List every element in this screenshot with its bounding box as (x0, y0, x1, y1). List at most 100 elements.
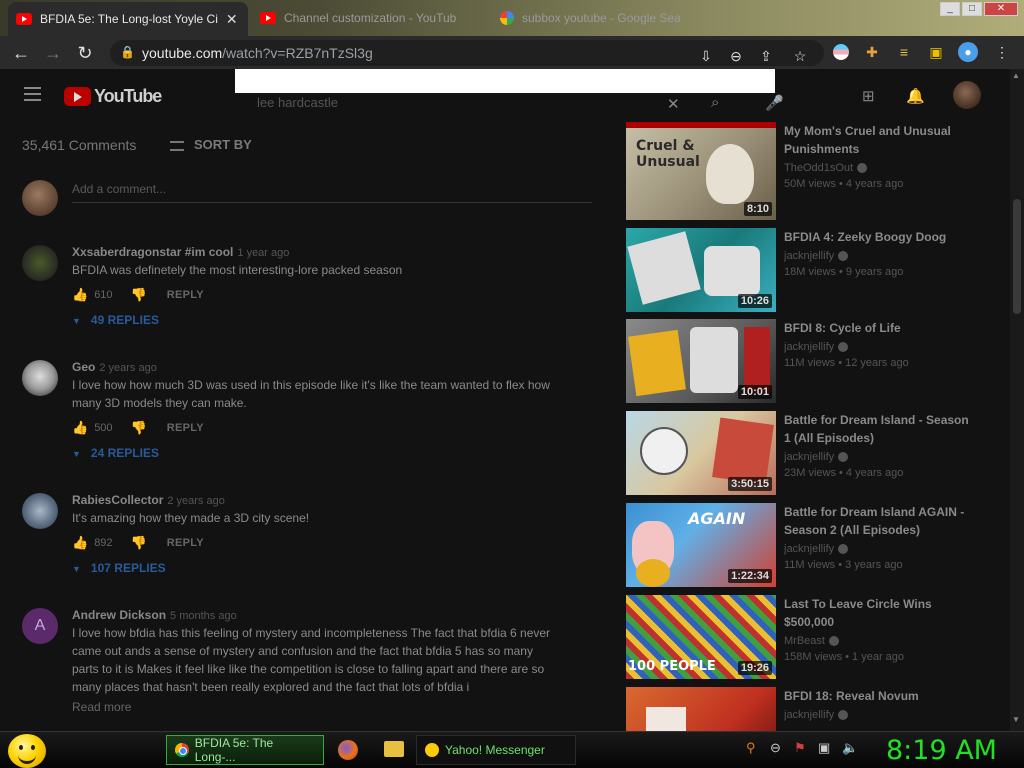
sort-by-button[interactable]: SORT BY (170, 137, 252, 152)
back-icon[interactable]: ← (10, 42, 32, 64)
youtube-logo[interactable]: YouTube (64, 86, 162, 107)
tab-channel-customization[interactable]: Channel customization - YouTub (252, 4, 486, 32)
channel-name[interactable]: TheOdd1sOut (784, 162, 868, 174)
address-bar[interactable]: 🔒 youtube.com/watch?v=RZB7nTzSl3g ⇩ ⊖ ⇪ … (110, 40, 824, 66)
network-icon[interactable]: ▣ (818, 740, 830, 756)
video-thumbnail[interactable]: Cruel & Unusual 8:10 (626, 122, 776, 220)
channel-name[interactable]: MrBeast (784, 635, 839, 647)
like-icon[interactable]: 👍 (72, 420, 88, 436)
firefox-icon[interactable] (338, 740, 358, 760)
commenter-avatar[interactable] (22, 360, 58, 396)
share-icon[interactable]: ⇪ (756, 46, 776, 66)
comment-author[interactable]: Andrew Dickson 5 months ago (72, 608, 572, 622)
comment-author[interactable]: Geo 2 years ago (72, 360, 572, 374)
like-icon[interactable]: 👍 (72, 287, 88, 303)
channel-name[interactable]: jacknjellify (784, 709, 849, 721)
dislike-icon[interactable]: 👎 (131, 535, 147, 551)
account-avatar[interactable] (953, 81, 981, 109)
close-window-button[interactable]: ✕ (984, 2, 1018, 16)
volume-icon[interactable]: 🔈 (842, 740, 858, 756)
scroll-down-icon[interactable]: ▼ (1012, 715, 1020, 724)
recommended-video[interactable]: AGAIN 1:22:34 Battle for Dream Island AG… (626, 503, 1006, 587)
recommended-video[interactable]: 100 PEOPLE 19:26 Last To Leave Circle Wi… (626, 595, 1006, 679)
reply-button[interactable]: REPLY (167, 422, 204, 434)
tab-google-search[interactable]: subbox youtube - Google Sea (492, 4, 692, 32)
folder-icon[interactable] (384, 741, 404, 757)
taskbar-item-yahoo-messenger[interactable]: Yahoo! Messenger (416, 735, 576, 765)
recommended-video[interactable]: 10:26 BFDIA 4: Zeeky Boogy Doog jacknjel… (626, 228, 1006, 312)
scrollbar-thumb[interactable] (1013, 199, 1021, 314)
video-title[interactable]: BFDI 18: Reveal Novum (784, 687, 974, 705)
install-icon[interactable]: ⇩ (696, 46, 716, 66)
view-replies-button[interactable]: ▼ 24 REPLIES (72, 446, 572, 460)
recommended-video[interactable]: Cruel & Unusual 8:10 My Mom's Cruel and … (626, 122, 1006, 220)
page-scrollbar[interactable]: ▲ ▼ (1010, 69, 1024, 731)
comment-author[interactable]: Xxsaberdragonstar #im cool 1 year ago (72, 245, 572, 259)
video-thumbnail[interactable]: 100 PEOPLE 19:26 (626, 595, 776, 679)
search-icon[interactable]: ⚲ (746, 740, 756, 756)
commenter-avatar[interactable] (22, 493, 58, 529)
view-replies-button[interactable]: ▼ 49 REPLIES (72, 313, 572, 327)
video-title[interactable]: Battle for Dream Island - Season 1 (All … (784, 411, 974, 447)
search-icon[interactable]: ⌕ (711, 94, 719, 111)
comment-time: 2 years ago (99, 362, 157, 374)
dislike-icon[interactable]: 👎 (131, 287, 147, 303)
video-thumbnail[interactable]: 10:26 (626, 228, 776, 312)
minimize-button[interactable]: _ (940, 2, 960, 16)
profile-icon[interactable]: ● (958, 42, 978, 62)
channel-name[interactable]: jacknjellify (784, 250, 849, 262)
search-input[interactable]: lee hardcastle (257, 95, 338, 110)
reload-icon[interactable]: ↻ (74, 42, 96, 64)
dislike-icon[interactable]: 👎 (131, 420, 147, 436)
read-more-link[interactable]: Read more (72, 700, 572, 714)
video-title[interactable]: BFDI 8: Cycle of Life (784, 319, 974, 337)
thumb-stripe (626, 122, 776, 128)
flag-icon[interactable]: ⚑ (794, 740, 806, 756)
start-button[interactable] (8, 734, 46, 768)
reply-button[interactable]: REPLY (167, 537, 204, 549)
notifications-bell-icon[interactable]: 🔔 (906, 87, 925, 105)
maximize-button[interactable]: □ (962, 2, 982, 16)
media-icon[interactable]: ≡ (894, 42, 914, 62)
like-icon[interactable]: 👍 (72, 535, 88, 551)
sidepanel-icon[interactable]: ▣ (926, 42, 946, 62)
scroll-up-icon[interactable]: ▲ (1012, 71, 1020, 80)
reply-button[interactable]: REPLY (167, 289, 204, 301)
commenter-avatar[interactable] (22, 245, 58, 281)
taskbar-item-chrome[interactable]: BFDIA 5e: The Long-... (166, 735, 324, 765)
create-video-icon[interactable]: ⊞ (862, 87, 875, 105)
clear-search-icon[interactable]: ✕ (667, 95, 680, 113)
tab-bfdia[interactable]: BFDIA 5e: The Long-lost Yoyle Ci ✕ (8, 2, 248, 36)
taskbar-clock[interactable]: 8:19 AM (886, 735, 997, 766)
video-title[interactable]: My Mom's Cruel and Unusual Punishments (784, 122, 974, 158)
microphone-icon[interactable]: 🎤 (765, 94, 784, 112)
recommended-video[interactable]: BFDI 18: Reveal Novum jacknjellify (626, 687, 1006, 731)
commenter-avatar[interactable]: A (22, 608, 58, 644)
video-thumbnail[interactable]: 10:01 (626, 319, 776, 403)
hamburger-menu-icon[interactable] (24, 87, 41, 101)
close-icon[interactable]: ✕ (226, 11, 238, 28)
view-replies-button[interactable]: ▼ 107 REPLIES (72, 561, 572, 575)
menu-icon[interactable]: ⋮ (992, 42, 1012, 62)
extensions-icon[interactable]: ✚ (862, 42, 882, 62)
add-comment-input[interactable]: Add a comment... (72, 182, 592, 203)
video-thumbnail[interactable]: 3:50:15 (626, 411, 776, 495)
caret-down-icon: ▼ (72, 564, 81, 574)
search-bar[interactable]: lee hardcastle ✕ ⌕ 🎤 (235, 93, 784, 117)
video-title[interactable]: Battle for Dream Island AGAIN - Season 2… (784, 503, 974, 539)
tray-status-icon[interactable]: ⊖ (770, 740, 781, 756)
video-thumbnail[interactable] (626, 687, 776, 731)
channel-name[interactable]: jacknjellify (784, 543, 849, 555)
video-title[interactable]: Last To Leave Circle Wins $500,000 (784, 595, 974, 631)
channel-name[interactable]: jacknjellify (784, 341, 849, 353)
bookmark-star-icon[interactable]: ☆ (790, 46, 810, 66)
channel-name[interactable]: jacknjellify (784, 451, 849, 463)
extension-flag-icon[interactable] (833, 44, 849, 60)
comment-author[interactable]: RabiesCollector 2 years ago (72, 493, 572, 507)
video-title[interactable]: BFDIA 4: Zeeky Boogy Doog (784, 228, 974, 246)
video-thumbnail[interactable]: AGAIN 1:22:34 (626, 503, 776, 587)
forward-icon[interactable]: → (42, 42, 64, 64)
recommended-video[interactable]: 3:50:15 Battle for Dream Island - Season… (626, 411, 1006, 495)
zoom-icon[interactable]: ⊖ (726, 46, 746, 66)
recommended-video[interactable]: 10:01 BFDI 8: Cycle of Life jacknjellify… (626, 319, 1006, 403)
